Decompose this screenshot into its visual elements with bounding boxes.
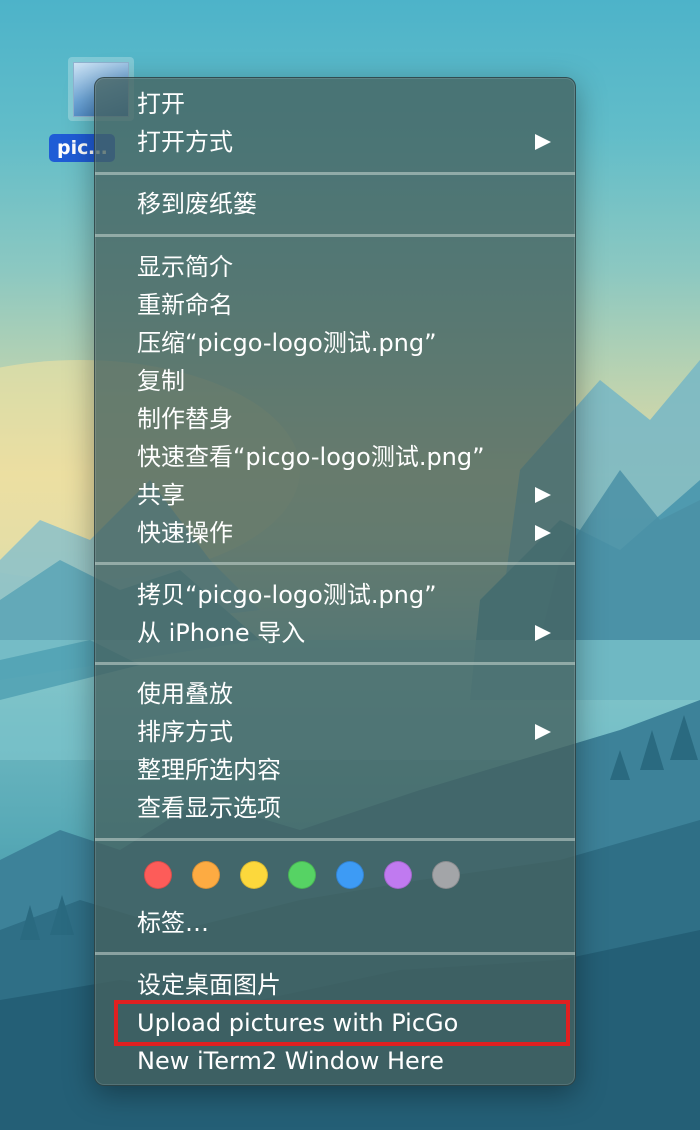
menu-item-make-alias[interactable]: 制作替身 bbox=[95, 400, 575, 438]
menu-item-label: 显示简介 bbox=[137, 253, 233, 281]
menu-item-label: 查看显示选项 bbox=[137, 794, 281, 822]
highlight-annotation-box bbox=[114, 1000, 570, 1046]
tag-yellow-dot[interactable] bbox=[240, 861, 268, 889]
menu-item-copy[interactable]: 拷贝“picgo-logo测试.png” bbox=[95, 576, 575, 614]
submenu-arrow-icon bbox=[535, 134, 551, 150]
menu-item-label: 使用叠放 bbox=[137, 680, 233, 708]
menu-item-label: 复制 bbox=[137, 367, 185, 395]
menu-item-label: 设定桌面图片 bbox=[137, 971, 281, 999]
submenu-arrow-icon bbox=[535, 525, 551, 541]
context-menu: 打开 打开方式 移到废纸篓 显示简介 重新命名 压缩“picgo-logo测试.… bbox=[94, 77, 576, 1086]
menu-item-label: 整理所选内容 bbox=[137, 756, 281, 784]
menu-item-import-from-iphone[interactable]: 从 iPhone 导入 bbox=[95, 614, 575, 652]
menu-item-label: 共享 bbox=[137, 481, 185, 509]
menu-separator bbox=[95, 662, 575, 665]
menu-item-label: 制作替身 bbox=[137, 405, 233, 433]
submenu-arrow-icon bbox=[535, 724, 551, 740]
menu-item-label: New iTerm2 Window Here bbox=[137, 1047, 444, 1075]
menu-item-label: 移到废纸篓 bbox=[137, 190, 257, 218]
menu-item-get-info[interactable]: 显示简介 bbox=[95, 248, 575, 286]
menu-item-quick-actions[interactable]: 快速操作 bbox=[95, 514, 575, 552]
tag-green-dot[interactable] bbox=[288, 861, 316, 889]
menu-item-open[interactable]: 打开 bbox=[95, 85, 575, 123]
tag-gray-dot[interactable] bbox=[432, 861, 460, 889]
menu-item-show-view-options[interactable]: 查看显示选项 bbox=[95, 789, 575, 827]
menu-item-label: 重新命名 bbox=[137, 291, 233, 319]
tag-blue-dot[interactable] bbox=[336, 861, 364, 889]
menu-item-duplicate[interactable]: 复制 bbox=[95, 362, 575, 400]
menu-separator bbox=[95, 952, 575, 955]
menu-item-label: 压缩“picgo-logo测试.png” bbox=[137, 329, 437, 357]
menu-item-label: 标签… bbox=[137, 909, 209, 937]
menu-item-label: 打开方式 bbox=[137, 128, 233, 156]
menu-item-compress[interactable]: 压缩“picgo-logo测试.png” bbox=[95, 324, 575, 362]
menu-item-clean-up-selection[interactable]: 整理所选内容 bbox=[95, 751, 575, 789]
menu-item-tags[interactable]: 标签… bbox=[95, 904, 575, 942]
desktop: pic… 打开 打开方式 移到废纸篓 显示简介 重新命名 压缩“picgo-lo… bbox=[0, 0, 700, 1130]
menu-item-label: 打开 bbox=[137, 90, 185, 118]
submenu-arrow-icon bbox=[535, 625, 551, 641]
menu-item-quick-look[interactable]: 快速查看“picgo-logo测试.png” bbox=[95, 438, 575, 476]
menu-item-label: 快速查看“picgo-logo测试.png” bbox=[137, 443, 485, 471]
menu-item-sort-by[interactable]: 排序方式 bbox=[95, 713, 575, 751]
menu-item-label: 排序方式 bbox=[137, 718, 233, 746]
menu-separator bbox=[95, 838, 575, 841]
menu-item-rename[interactable]: 重新命名 bbox=[95, 286, 575, 324]
menu-separator bbox=[95, 234, 575, 237]
tag-red-dot[interactable] bbox=[144, 861, 172, 889]
tag-colors-row bbox=[95, 856, 575, 896]
menu-item-label: 拷贝“picgo-logo测试.png” bbox=[137, 581, 437, 609]
submenu-arrow-icon bbox=[535, 487, 551, 503]
menu-item-share[interactable]: 共享 bbox=[95, 476, 575, 514]
menu-item-use-stacks[interactable]: 使用叠放 bbox=[95, 675, 575, 713]
menu-item-label: 快速操作 bbox=[137, 519, 233, 547]
menu-separator bbox=[95, 562, 575, 565]
menu-separator bbox=[95, 172, 575, 175]
menu-item-set-desktop-picture[interactable]: 设定桌面图片 bbox=[95, 966, 575, 1004]
menu-item-label: 从 iPhone 导入 bbox=[137, 619, 306, 647]
tag-orange-dot[interactable] bbox=[192, 861, 220, 889]
tag-purple-dot[interactable] bbox=[384, 861, 412, 889]
menu-item-move-to-trash[interactable]: 移到废纸篓 bbox=[95, 185, 575, 223]
menu-item-new-iterm2-window[interactable]: New iTerm2 Window Here bbox=[95, 1042, 575, 1080]
menu-item-open-with[interactable]: 打开方式 bbox=[95, 123, 575, 161]
